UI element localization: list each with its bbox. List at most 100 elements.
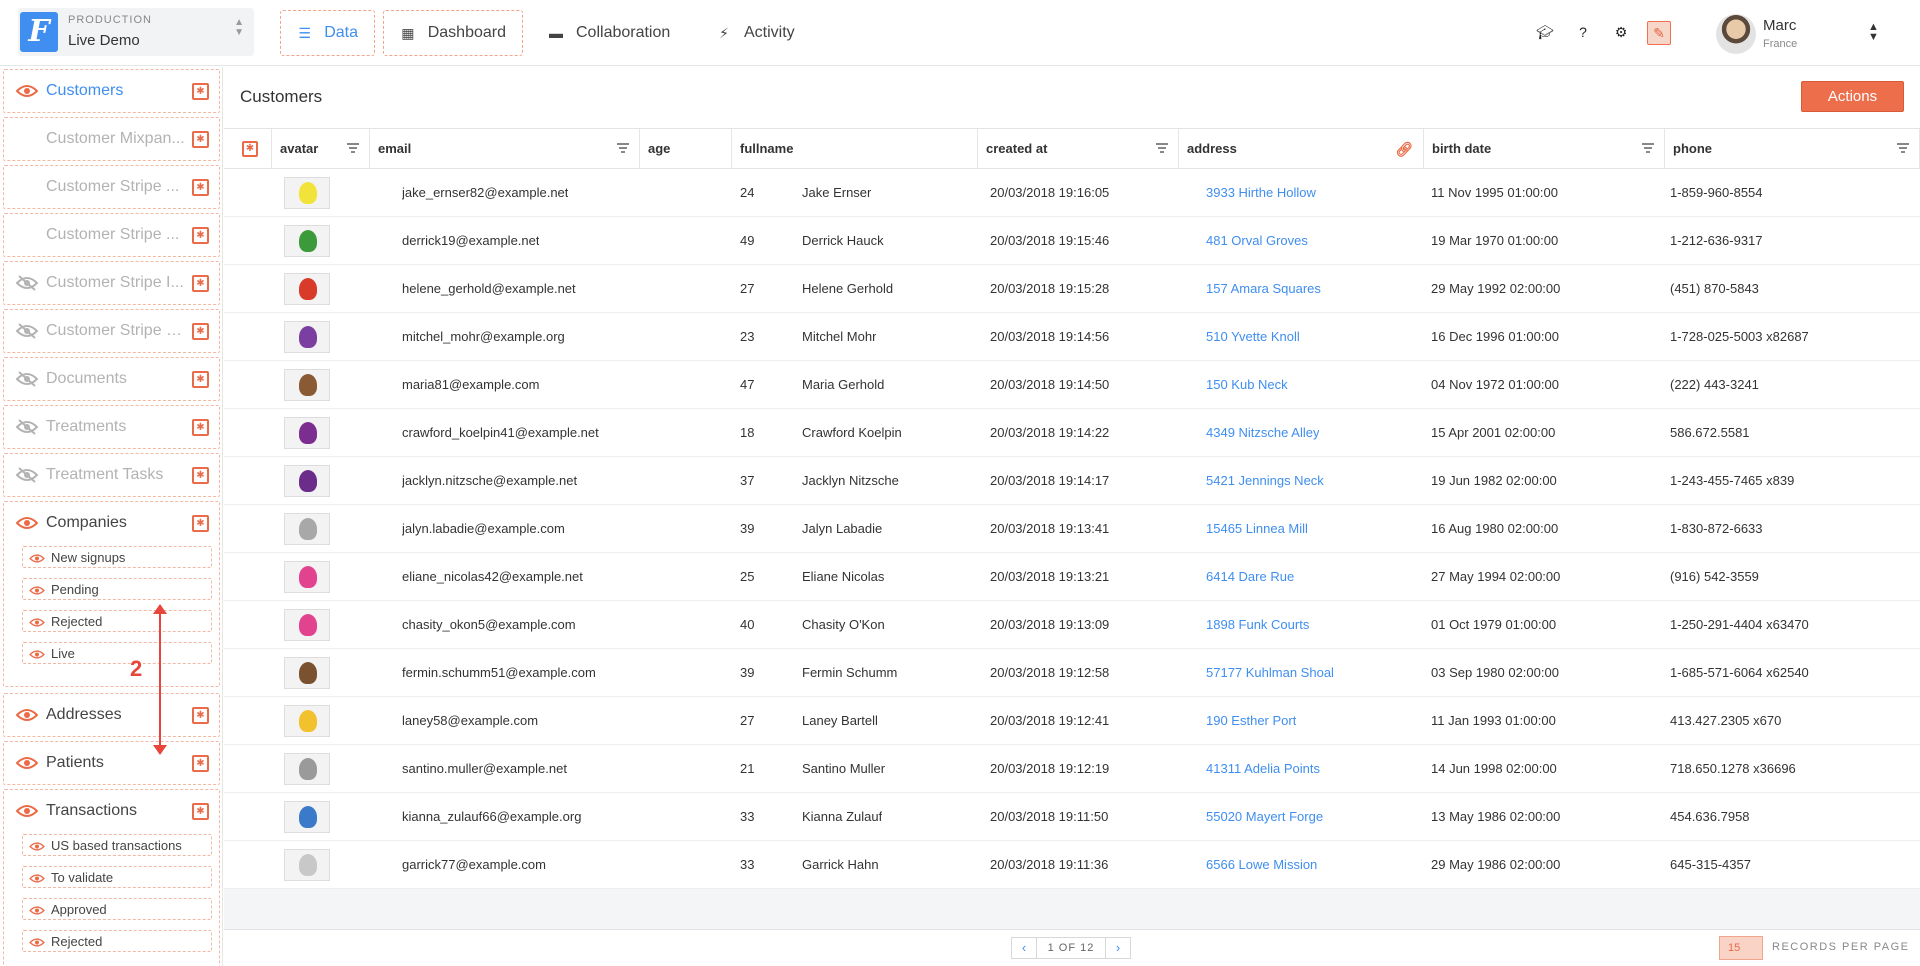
edit-layout-icon[interactable]: ✎ — [1647, 21, 1671, 45]
prev-page-button[interactable]: ‹ — [1012, 938, 1036, 958]
eye-icon[interactable] — [15, 707, 39, 723]
eye-icon[interactable] — [15, 803, 39, 819]
settings-icon[interactable]: ✱ — [192, 83, 209, 100]
address-cell[interactable]: 6566 Lowe Mission — [1206, 841, 1317, 889]
eye-icon[interactable] — [29, 584, 45, 595]
settings-icon[interactable]: ✱ — [192, 179, 209, 196]
table-row[interactable]: mitchel_mohr@example.org 23 Mitchel Mohr 20… — [224, 313, 1920, 361]
link-icon[interactable]: 🔗︎ — [1395, 129, 1413, 169]
segment-pending[interactable]: Pending — [22, 578, 212, 600]
nav-data[interactable]: ☰ Data — [280, 10, 375, 56]
eye-icon[interactable] — [15, 83, 39, 99]
sidebar-item-customers[interactable]: Customers ✱ — [3, 69, 220, 113]
segment-rejected[interactable]: Rejected — [22, 610, 212, 632]
settings-icon[interactable]: ✱ — [192, 131, 209, 148]
settings-icon[interactable]: ✱ — [192, 227, 209, 244]
segment-live[interactable]: Live — [22, 642, 212, 664]
segment-approved[interactable]: Approved — [22, 898, 212, 920]
actions-button[interactable]: Actions — [1801, 81, 1904, 112]
table-row[interactable]: santino.muller@example.net 21 Santino Mull… — [224, 745, 1920, 793]
column-header-fullname[interactable]: fullname — [732, 129, 978, 169]
nav-activity[interactable]: ⚡ Activity — [700, 10, 820, 56]
settings-icon[interactable]: ✱ — [192, 371, 209, 388]
segment-rejected[interactable]: Rejected — [22, 930, 212, 952]
settings-icon[interactable]: ✱ — [192, 275, 209, 292]
address-cell[interactable]: 510 Yvette Knoll — [1206, 313, 1300, 361]
sidebar-item-documents[interactable]: Documents ✱ — [3, 357, 220, 401]
table-row[interactable]: jake_ernser82@example.net 24 Jake Ernser 20… — [224, 169, 1920, 217]
eye-slash-icon[interactable] — [15, 275, 39, 291]
address-cell[interactable]: 15465 Linnea Mill — [1206, 505, 1308, 553]
help-icon[interactable]: ? — [1574, 23, 1592, 41]
address-cell[interactable]: 41311 Adelia Points — [1206, 745, 1320, 793]
sidebar-item-customer-mixpan[interactable]: Customer Mixpan... ✱ — [3, 117, 220, 161]
table-row[interactable]: eliane_nicolas42@example.net 25 Eliane Nic… — [224, 553, 1920, 601]
settings-icon[interactable]: ✱ — [192, 323, 209, 340]
segment-us-based-transactions[interactable]: US based transactions — [22, 834, 212, 856]
address-cell[interactable]: 481 Orval Groves — [1206, 217, 1308, 265]
eye-icon[interactable] — [29, 552, 45, 563]
eye-icon[interactable] — [29, 616, 45, 627]
address-cell[interactable]: 3933 Hirthe Hollow — [1206, 169, 1316, 217]
table-row[interactable]: garrick77@example.com 33 Garrick Hahn 20/03… — [224, 841, 1920, 889]
address-cell[interactable]: 150 Kub Neck — [1206, 361, 1288, 409]
sidebar-item-customer-stripe-s[interactable]: Customer Stripe S... ✱ — [3, 309, 220, 353]
nav-collaboration[interactable]: ▬ Collaboration — [532, 10, 692, 56]
column-selector[interactable]: ✱ — [224, 129, 272, 169]
table-row[interactable]: laney58@example.com 27 Laney Bartell 20/03/… — [224, 697, 1920, 745]
eye-slash-icon[interactable] — [15, 371, 39, 387]
project-switcher[interactable]: F PRODUCTION Live Demo ▲ ▼ — [18, 8, 254, 56]
eye-icon[interactable] — [29, 904, 45, 915]
eye-icon[interactable] — [29, 648, 45, 659]
eye-icon[interactable] — [29, 872, 45, 883]
filter-icon[interactable] — [347, 143, 359, 153]
sidebar-item-customer-stripe[interactable]: Customer Stripe ... ✱ — [3, 165, 220, 209]
settings-icon[interactable]: ✱ — [192, 467, 209, 484]
table-row[interactable]: fermin.schumm51@example.com 39 Fermin Schu… — [224, 649, 1920, 697]
sidebar-item-treatment-tasks[interactable]: Treatment Tasks ✱ — [3, 453, 220, 497]
column-header-email[interactable]: email — [370, 129, 640, 169]
avatar[interactable] — [1716, 14, 1756, 54]
address-cell[interactable]: 190 Esther Port — [1206, 697, 1296, 745]
gear-icon[interactable]: ⚙ — [1612, 23, 1630, 41]
filter-icon[interactable] — [1642, 143, 1654, 153]
settings-icon[interactable]: ✱ — [242, 141, 258, 157]
address-cell[interactable]: 57177 Kuhlman Shoal — [1206, 649, 1334, 697]
segment-new-signups[interactable]: New signups — [22, 546, 212, 568]
graduation-cap-icon[interactable]: 🎓︎ — [1536, 23, 1554, 41]
column-header-phone[interactable]: phone — [1665, 129, 1920, 169]
table-row[interactable]: chasity_okon5@example.com 40 Chasity O'Kon… — [224, 601, 1920, 649]
next-page-button[interactable]: › — [1106, 938, 1130, 958]
sidebar-item-companies[interactable]: Companies ✱ New signups Pending Rejected Live — [3, 501, 220, 687]
table-row[interactable]: crawford_koelpin41@example.net 18 Crawford… — [224, 409, 1920, 457]
sidebar-item-patients[interactable]: Patients ✱ — [3, 741, 220, 785]
eye-icon[interactable] — [29, 840, 45, 851]
address-cell[interactable]: 6414 Dare Rue — [1206, 553, 1294, 601]
sidebar-item-customer-stripe[interactable]: Customer Stripe ... ✱ — [3, 213, 220, 257]
table-row[interactable]: jalyn.labadie@example.com 39 Jalyn Labadie… — [224, 505, 1920, 553]
eye-icon[interactable] — [15, 755, 39, 771]
address-cell[interactable]: 55020 Mayert Forge — [1206, 793, 1323, 841]
table-row[interactable]: maria81@example.com 47 Maria Gerhold 20/03/… — [224, 361, 1920, 409]
eye-slash-icon[interactable] — [15, 419, 39, 435]
sidebar-item-customer-stripe-i[interactable]: Customer Stripe I... ✱ — [3, 261, 220, 305]
address-cell[interactable]: 5421 Jennings Neck — [1206, 457, 1324, 505]
column-header-avatar[interactable]: avatar — [272, 129, 370, 169]
sidebar-item-addresses[interactable]: Addresses ✱ — [3, 693, 220, 737]
sidebar-item-transactions[interactable]: Transactions ✱ US based transactions To val… — [3, 789, 220, 966]
column-header-birth-date[interactable]: birth date — [1424, 129, 1665, 169]
settings-icon[interactable]: ✱ — [192, 419, 209, 436]
settings-icon[interactable]: ✱ — [192, 515, 209, 532]
column-header-address[interactable]: address 🔗︎ — [1179, 129, 1424, 169]
filter-icon[interactable] — [617, 143, 629, 153]
table-row[interactable]: jacklyn.nitzsche@example.net 37 Jacklyn Ni… — [224, 457, 1920, 505]
eye-slash-icon[interactable] — [15, 467, 39, 483]
filter-icon[interactable] — [1897, 143, 1909, 153]
sidebar-item-treatments[interactable]: Treatments ✱ — [3, 405, 220, 449]
table-row[interactable]: derrick19@example.net 49 Derrick Hauck 20/0… — [224, 217, 1920, 265]
settings-icon[interactable]: ✱ — [192, 707, 209, 724]
eye-icon[interactable] — [29, 936, 45, 947]
table-row[interactable]: kianna_zulauf66@example.org 33 Kianna Zula… — [224, 793, 1920, 841]
chevron-updown-icon[interactable]: ▲ ▼ — [1868, 22, 1879, 43]
table-row[interactable]: helene_gerhold@example.net 27 Helene Gerho… — [224, 265, 1920, 313]
